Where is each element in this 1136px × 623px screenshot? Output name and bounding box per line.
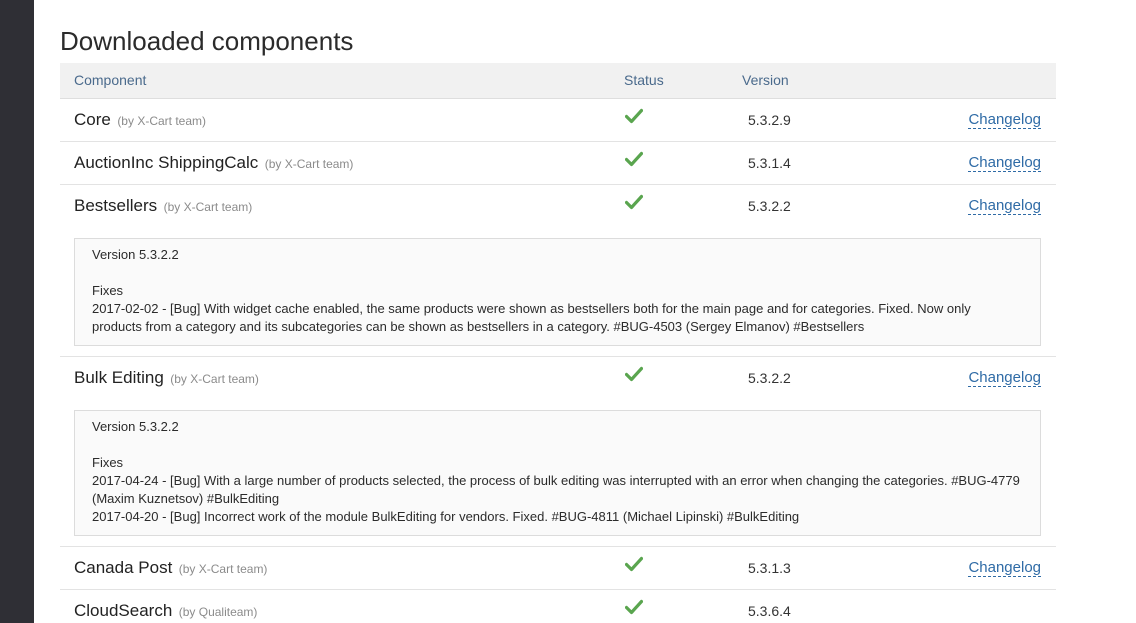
changelog-entry: 2017-04-20 - [Bug] Incorrect work of the… [92,509,800,524]
table-header: Component Status Version [60,63,1056,99]
component-version: 5.3.2.2 [748,370,791,386]
column-header-version: Version [742,72,789,88]
changelog-section: Fixes [92,455,124,470]
component-author: (by X-Cart team) [264,157,354,171]
component-name-cell: Core (by X-Cart team) [74,110,206,130]
changelog-link[interactable]: Changelog [968,154,1041,172]
component-version: 5.3.1.4 [748,155,791,171]
changelog-panel-row: Version 5.3.2.2 Fixes 2017-02-02 - [Bug]… [60,228,1056,357]
check-icon [625,194,643,210]
table-row: AuctionInc ShippingCalc (by X-Cart team)… [60,142,1056,185]
component-name-cell: AuctionInc ShippingCalc (by X-Cart team) [74,153,353,173]
changelog-panel: Version 5.3.2.2 Fixes 2017-04-24 - [Bug]… [74,410,1041,536]
component-name-cell: Canada Post (by X-Cart team) [74,558,267,578]
component-author: (by Qualiteam) [178,605,258,619]
component-name: Bulk Editing [74,368,164,387]
column-header-component: Component [74,72,147,88]
component-name-cell: Bestsellers (by X-Cart team) [74,196,252,216]
component-author: (by X-Cart team) [170,372,259,386]
check-icon [625,108,643,124]
changelog-link[interactable]: Changelog [968,559,1041,577]
component-author: (by X-Cart team) [163,200,253,214]
component-name: CloudSearch [74,601,173,620]
component-name-cell: Bulk Editing (by X-Cart team) [74,368,259,388]
page-title: Downloaded components [60,26,354,56]
column-header-status: Status [624,72,664,88]
component-version: 5.3.1.3 [748,560,791,576]
component-name: AuctionInc ShippingCalc [74,153,259,172]
check-icon [625,599,643,615]
component-version: 5.3.2.2 [748,198,791,214]
component-version: 5.3.6.4 [748,603,791,619]
component-name: Bestsellers [74,196,158,215]
changelog-version: Version 5.3.2.2 [92,247,179,262]
changelog-link[interactable]: Changelog [968,369,1041,387]
changelog-link[interactable]: Changelog [968,197,1041,215]
left-sidebar-strip [0,0,34,623]
changelog-section: Fixes [92,283,124,298]
table-row: Bulk Editing (by X-Cart team) 5.3.2.2 Ch… [60,357,1056,400]
component-name-cell: CloudSearch (by Qualiteam) [74,601,257,621]
table-row: CloudSearch (by Qualiteam) 5.3.6.4 [60,590,1056,623]
check-icon [625,556,643,572]
components-table: Component Status Version Core (by X-Cart… [60,63,1056,623]
component-version: 5.3.2.9 [748,112,791,128]
check-icon [625,366,643,382]
table-row: Core (by X-Cart team) 5.3.2.9 Changelog [60,99,1056,142]
component-name: Core [74,110,111,129]
check-icon [625,151,643,167]
component-author: (by X-Cart team) [117,114,206,128]
changelog-panel-row: Version 5.3.2.2 Fixes 2017-04-24 - [Bug]… [60,400,1056,547]
table-row: Canada Post (by X-Cart team) 5.3.1.3 Cha… [60,547,1056,590]
changelog-version: Version 5.3.2.2 [92,419,179,434]
changelog-panel: Version 5.3.2.2 Fixes 2017-02-02 - [Bug]… [74,238,1041,346]
component-author: (by X-Cart team) [178,562,268,576]
changelog-link[interactable]: Changelog [968,111,1041,129]
component-name: Canada Post [74,558,173,577]
changelog-entry: 2017-04-24 - [Bug] With a large number o… [92,473,1020,506]
table-row: Bestsellers (by X-Cart team) 5.3.2.2 Cha… [60,185,1056,228]
changelog-entry: 2017-02-02 - [Bug] With widget cache ena… [92,301,971,334]
